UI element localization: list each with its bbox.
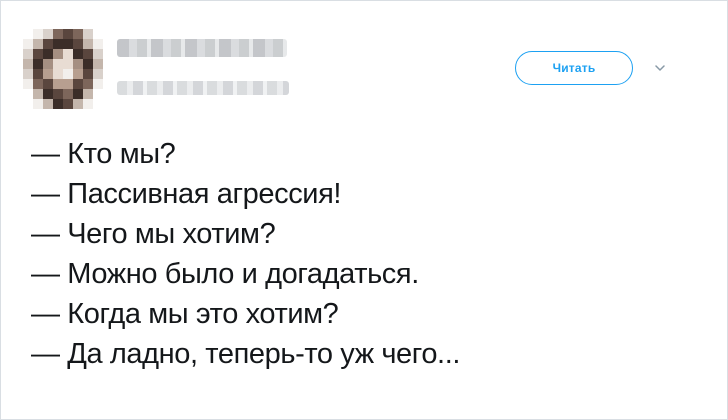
avatar-pixel — [73, 79, 83, 89]
avatar-pixel — [43, 29, 53, 39]
blurred-display-name[interactable] — [117, 39, 287, 57]
avatar-pixel — [43, 59, 53, 69]
tweet-line: — Чего мы хотим? — [31, 218, 276, 250]
avatar-pixel — [73, 89, 83, 99]
avatar-pixel — [53, 99, 63, 109]
avatar-pixel — [53, 69, 63, 79]
avatar-pixel — [43, 89, 53, 99]
avatar-pixel — [53, 89, 63, 99]
avatar-pixel — [33, 39, 43, 49]
avatar-pixel — [83, 99, 93, 109]
avatar-pixel — [23, 69, 33, 79]
avatar-pixel — [23, 49, 33, 59]
avatar-pixel — [93, 39, 103, 49]
avatar-pixel — [53, 79, 63, 89]
tweet-card: Читать — Кто мы? — Пассивная агрессия! —… — [0, 0, 728, 420]
avatar-pixel — [83, 89, 93, 99]
avatar-pixel — [93, 79, 103, 89]
chevron-down-icon[interactable] — [653, 61, 667, 75]
avatar-pixel — [83, 69, 93, 79]
avatar-pixel — [43, 39, 53, 49]
avatar-pixel — [33, 79, 43, 89]
avatar-pixel — [33, 69, 43, 79]
avatar-pixel — [93, 29, 103, 39]
avatar-pixel — [63, 59, 73, 69]
avatar-pixel — [63, 99, 73, 109]
avatar-pixel — [63, 29, 73, 39]
avatar-pixel — [53, 29, 63, 39]
avatar-pixel — [63, 69, 73, 79]
avatar-pixel — [43, 99, 53, 109]
avatar-pixel — [33, 59, 43, 69]
follow-button-label: Читать — [552, 61, 596, 75]
avatar-pixel — [53, 49, 63, 59]
avatar-pixel — [83, 49, 93, 59]
avatar-pixel — [63, 89, 73, 99]
avatar-pixel — [23, 29, 33, 39]
avatar-pixel — [83, 29, 93, 39]
tweet-line: — Кто мы? — [31, 138, 176, 170]
avatar-pixel — [93, 89, 103, 99]
avatar-pixel — [73, 39, 83, 49]
avatar-pixel — [43, 69, 53, 79]
avatar-pixel — [73, 59, 83, 69]
tweet-text: — Кто мы? — Пассивная агрессия! — Чего м… — [31, 134, 711, 374]
avatar-pixel — [93, 59, 103, 69]
avatar-pixel — [33, 99, 43, 109]
avatar-pixel — [33, 49, 43, 59]
avatar-pixel — [23, 99, 33, 109]
avatar-pixel — [33, 89, 43, 99]
avatar-pixel — [93, 49, 103, 59]
avatar-pixel — [73, 49, 83, 59]
avatar-pixel — [33, 29, 43, 39]
avatar-pixel — [43, 79, 53, 89]
avatar-pixel — [83, 39, 93, 49]
blurred-username[interactable] — [117, 81, 289, 95]
avatar-pixel — [23, 79, 33, 89]
avatar-pixel — [73, 29, 83, 39]
tweet-line: — Можно было и догадаться. — [31, 258, 419, 290]
avatar-pixel — [63, 79, 73, 89]
avatar-pixel — [63, 49, 73, 59]
avatar-pixel — [23, 39, 33, 49]
avatar-pixel — [83, 59, 93, 69]
avatar-pixel — [23, 59, 33, 69]
tweet-line: — Когда мы это хотим? — [31, 298, 339, 330]
avatar-pixel — [93, 99, 103, 109]
avatar-pixel — [43, 49, 53, 59]
avatar-pixel — [53, 59, 63, 69]
avatar[interactable] — [23, 29, 103, 109]
avatar-pixel — [73, 99, 83, 109]
avatar-pixel — [93, 69, 103, 79]
avatar-pixel — [63, 39, 73, 49]
avatar-pixel — [73, 69, 83, 79]
avatar-pixel — [53, 39, 63, 49]
follow-button[interactable]: Читать — [515, 51, 633, 85]
avatar-pixel — [23, 89, 33, 99]
tweet-line: — Да ладно, теперь-то уж чего... — [31, 338, 461, 370]
chevron-down-icon-svg — [655, 64, 665, 71]
tweet-line: — Пассивная агрессия! — [31, 178, 342, 210]
avatar-pixel — [83, 79, 93, 89]
